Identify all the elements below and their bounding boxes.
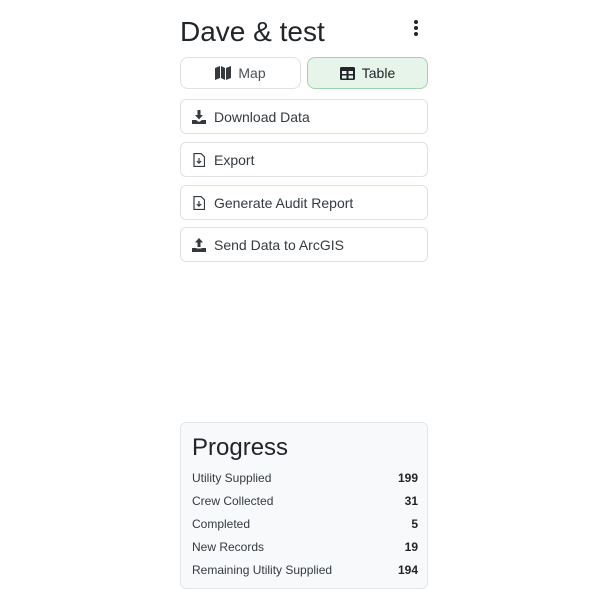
progress-row-label: New Records	[192, 540, 265, 554]
page-title: Dave & test	[180, 16, 325, 47]
progress-row: Crew Collected 31	[192, 494, 418, 512]
more-options-icon[interactable]	[410, 18, 422, 40]
progress-row-label: Utility Supplied	[192, 471, 272, 485]
table-view-label: Table	[361, 65, 396, 81]
file-report-icon	[192, 195, 206, 210]
progress-row: Remaining Utility Supplied 194	[192, 563, 418, 581]
send-to-arcgis-button[interactable]: Send Data to ArcGIS	[180, 227, 428, 262]
generate-audit-report-label: Generate Audit Report	[214, 194, 354, 211]
progress-row: Utility Supplied 199	[192, 471, 418, 489]
map-icon	[215, 66, 232, 80]
file-export-icon	[192, 152, 206, 167]
download-data-button[interactable]: Download Data	[180, 99, 428, 134]
generate-audit-report-button[interactable]: Generate Audit Report	[180, 185, 428, 220]
sidebar-panel: Dave & test Map Table Download Data Expo…	[180, 0, 428, 600]
export-label: Export	[214, 151, 255, 168]
progress-row-value: 199	[397, 471, 418, 485]
progress-row-value: 194	[397, 563, 418, 577]
download-icon	[192, 109, 206, 124]
view-toggle: Map Table	[180, 57, 428, 89]
header: Dave & test	[180, 14, 428, 54]
table-view-button[interactable]: Table	[307, 57, 428, 89]
export-button[interactable]: Export	[180, 142, 428, 177]
progress-row-value: 31	[404, 494, 418, 508]
download-data-label: Download Data	[214, 108, 310, 125]
progress-row-value: 5	[411, 517, 418, 531]
progress-row-label: Completed	[192, 517, 251, 531]
table-icon	[339, 66, 355, 80]
progress-row-value: 19	[404, 540, 418, 554]
progress-row: Completed 5	[192, 517, 418, 535]
progress-row-label: Remaining Utility Supplied	[192, 563, 333, 577]
send-to-arcgis-label: Send Data to ArcGIS	[214, 236, 344, 253]
progress-title: Progress	[192, 434, 289, 461]
map-view-label: Map	[238, 65, 266, 81]
progress-card: Progress Utility Supplied 199 Crew Colle…	[180, 422, 428, 589]
upload-icon	[192, 237, 206, 252]
progress-row-label: Crew Collected	[192, 494, 274, 508]
progress-row: New Records 19	[192, 540, 418, 558]
map-view-button[interactable]: Map	[180, 57, 301, 89]
